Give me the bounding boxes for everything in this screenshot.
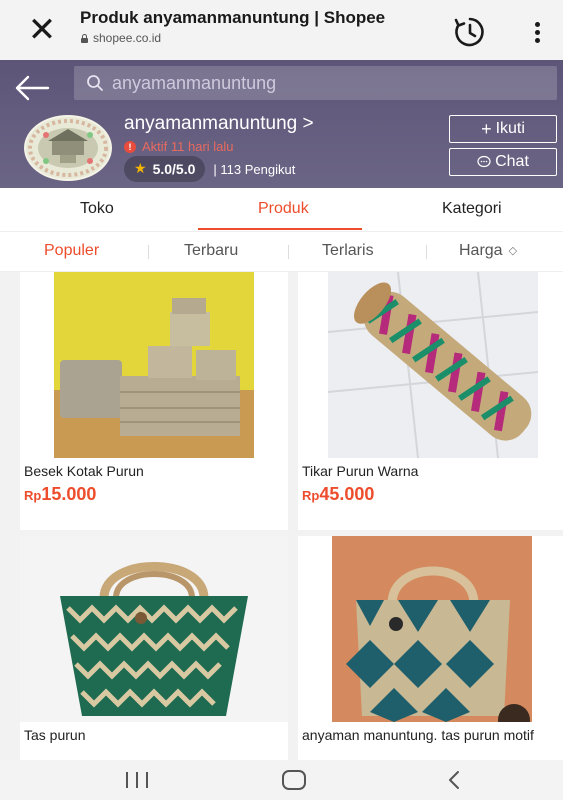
back-arrow-icon[interactable] bbox=[10, 70, 54, 106]
search-bar[interactable] bbox=[74, 66, 557, 100]
sort-terlaris[interactable]: Terlaris bbox=[322, 242, 374, 260]
price-value: 45.000 bbox=[319, 484, 375, 504]
search-input[interactable] bbox=[112, 72, 532, 94]
shop-tabs: Toko Produk Kategori bbox=[0, 188, 563, 232]
product-card[interactable]: Besek Kotak Purun Rp15.000 bbox=[20, 272, 288, 530]
close-icon[interactable]: ✕ bbox=[22, 10, 62, 50]
product-name: anyaman manuntung. tas purun motif bbox=[302, 727, 534, 743]
product-image bbox=[20, 536, 288, 722]
active-tab-indicator bbox=[198, 228, 362, 230]
product-grid: Besek Kotak Purun Rp15.000 Tikar Purun W… bbox=[0, 272, 563, 760]
browser-top-bar: ✕ Produk anyamanmanuntung | Shopee shope… bbox=[0, 0, 563, 60]
follow-button[interactable]: + Ikuti bbox=[449, 115, 557, 143]
rating-value: 5.0/5.0 bbox=[152, 161, 196, 177]
divider bbox=[148, 245, 149, 259]
product-name: Tas purun bbox=[24, 727, 86, 743]
currency-symbol: Rp bbox=[24, 488, 42, 503]
rating-badge: ★ 5.0/5.0 bbox=[124, 156, 206, 182]
product-image bbox=[20, 272, 288, 458]
history-icon[interactable] bbox=[452, 14, 488, 50]
product-card[interactable]: Tikar Purun Warna Rp45.000 bbox=[298, 272, 563, 530]
product-name: Tikar Purun Warna bbox=[302, 463, 419, 479]
page-title: Produk anyamanmanuntung | Shopee bbox=[80, 8, 386, 27]
search-icon bbox=[87, 75, 103, 91]
sort-terbaru[interactable]: Terbaru bbox=[184, 242, 238, 260]
product-price: Rp45.000 bbox=[302, 484, 374, 505]
tab-produk[interactable]: Produk bbox=[258, 200, 309, 218]
chat-bubble-icon bbox=[477, 155, 491, 168]
shop-avatar[interactable] bbox=[24, 115, 112, 181]
plus-icon: + bbox=[481, 118, 492, 139]
rating-row: ★ 5.0/5.0 | 113 Pengikut bbox=[124, 156, 295, 182]
system-nav-bar bbox=[0, 760, 563, 800]
tab-toko[interactable]: Toko bbox=[80, 200, 114, 218]
divider bbox=[426, 245, 427, 259]
tab-kategori[interactable]: Kategori bbox=[442, 200, 502, 218]
status-text: Aktif 11 hari lalu bbox=[142, 139, 234, 154]
shop-status: ! Aktif 11 hari lalu bbox=[124, 139, 234, 154]
sort-populer[interactable]: Populer bbox=[44, 242, 99, 260]
more-options-icon[interactable] bbox=[522, 14, 552, 50]
shop-name[interactable]: anyamanmanuntung > bbox=[124, 113, 314, 135]
sort-harga[interactable]: Harga ◇ bbox=[459, 242, 517, 260]
alert-icon: ! bbox=[124, 140, 136, 153]
sort-bar: Populer Terbaru Terlaris Harga ◇ bbox=[0, 232, 563, 272]
sort-toggle-icon: ◇ bbox=[508, 245, 518, 257]
domain-text: shopee.co.id bbox=[93, 31, 162, 45]
product-card[interactable]: anyaman manuntung. tas purun motif bbox=[298, 536, 563, 760]
back-chevron-icon[interactable] bbox=[444, 768, 464, 792]
currency-symbol: Rp bbox=[302, 488, 320, 503]
chat-label: Chat bbox=[495, 153, 529, 170]
followers-count: | 113 Pengikut bbox=[213, 161, 296, 177]
product-image bbox=[298, 272, 563, 458]
product-price: Rp15.000 bbox=[24, 484, 96, 505]
divider bbox=[288, 245, 289, 259]
product-name: Besek Kotak Purun bbox=[24, 463, 144, 479]
page-title-area[interactable]: Produk anyamanmanuntung | Shopee shopee.… bbox=[80, 8, 440, 45]
home-icon[interactable] bbox=[282, 770, 306, 790]
lock-icon bbox=[80, 33, 89, 43]
shop-header: anyamanmanuntung > ! Aktif 11 hari lalu … bbox=[0, 60, 563, 188]
chat-button[interactable]: Chat bbox=[449, 148, 557, 176]
star-icon: ★ bbox=[134, 161, 147, 177]
domain-row: shopee.co.id bbox=[80, 31, 440, 45]
product-card[interactable]: Tas purun bbox=[20, 536, 288, 760]
recent-apps-icon[interactable] bbox=[126, 772, 148, 788]
price-value: 15.000 bbox=[41, 484, 97, 504]
product-image bbox=[298, 536, 563, 722]
sort-harga-label: Harga bbox=[459, 242, 503, 259]
follow-label: Ikuti bbox=[495, 120, 525, 137]
